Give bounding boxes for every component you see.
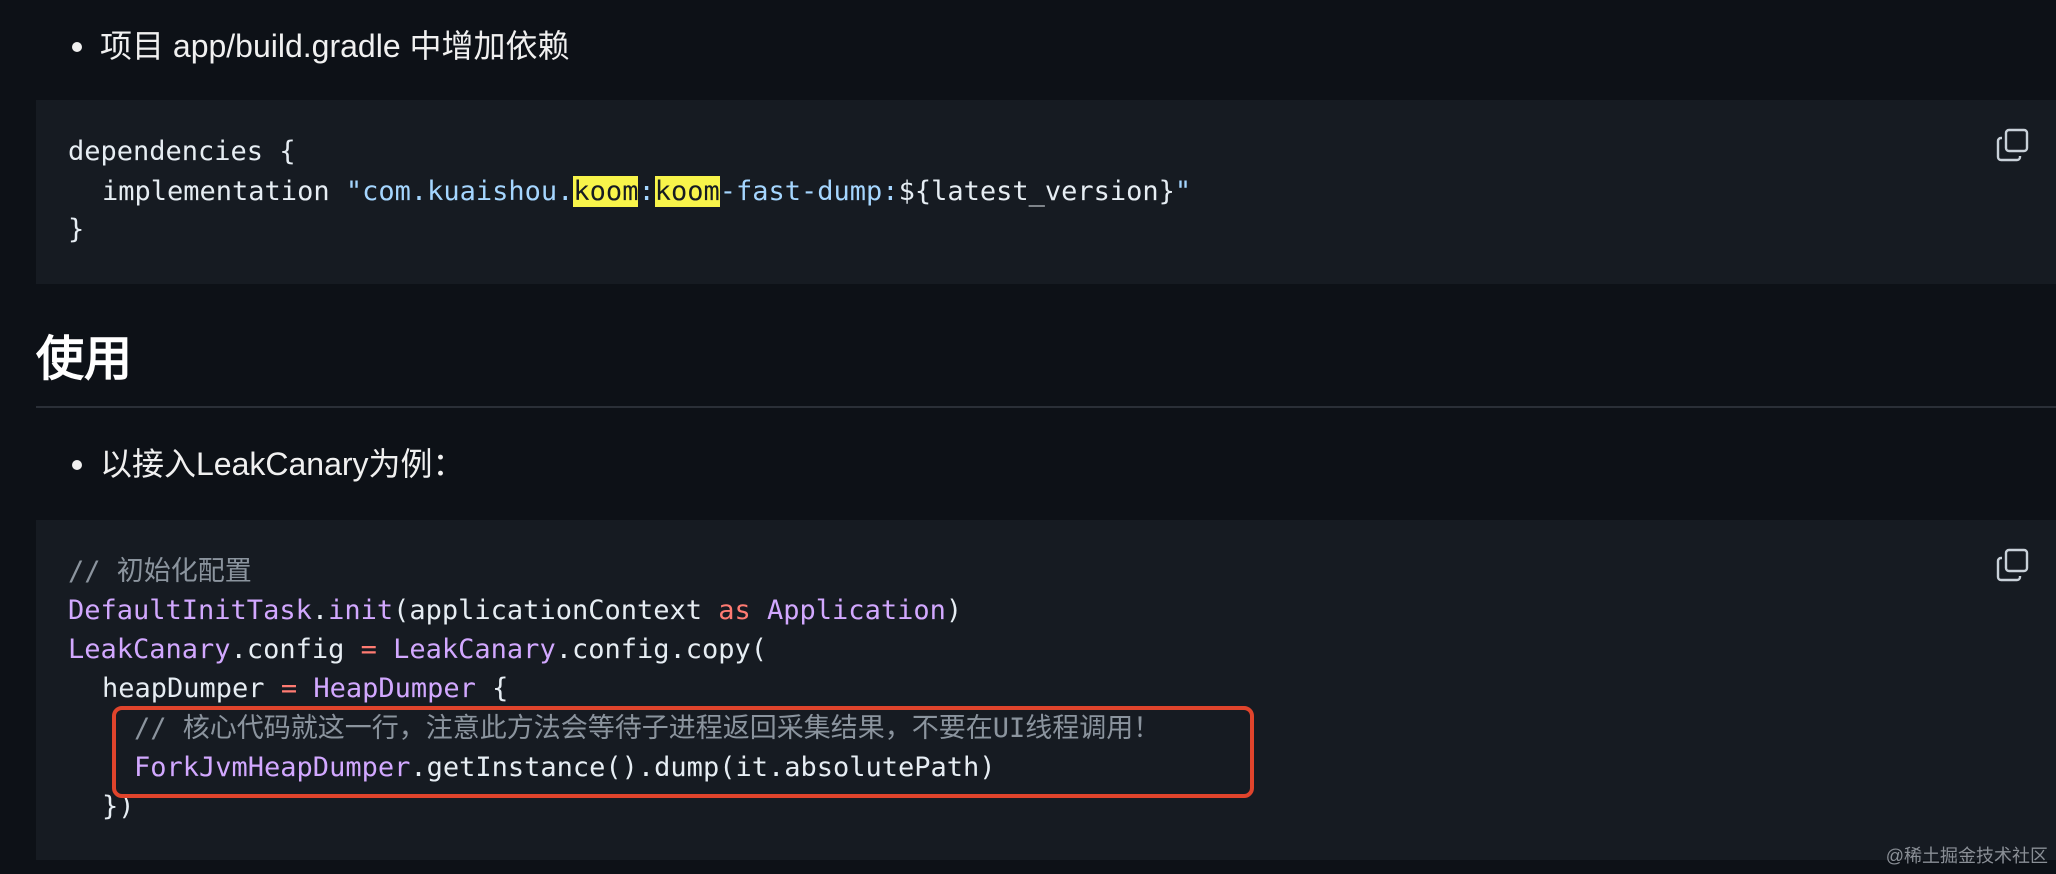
code-token: ForkJvmHeapDumper [134,752,411,783]
bullet-dot [72,42,82,52]
list-item-text: 以接入LeakCanary为例： [100,446,465,482]
code-line: // 初始化配置 [68,552,252,592]
code-token: DefaultInitTask [68,595,312,626]
code-token: HeapDumper [313,673,476,704]
code-token: koom [573,176,639,207]
code-token: heapDumper [102,673,281,704]
code-token: = [280,673,298,704]
code-token: -fast-dump: [719,176,899,207]
code-line: ForkJvmHeapDumper.getInstance().dump(it.… [134,748,996,788]
copy-icon[interactable] [1996,548,2030,582]
code-line: } [68,210,84,250]
code-token: Application [767,595,946,626]
list-item-text: 项目 app/build.gradle 中增加依赖 [100,28,570,64]
code-line: LeakCanary.config = LeakCanary.config.co… [68,630,767,670]
code-token: ${latest_version} [898,176,1175,207]
code-token: (applicationContext [393,595,719,626]
bullet-dot [72,460,82,470]
code-token: LeakCanary [393,634,556,665]
code-token: LeakCanary [68,634,231,665]
code-token: = [360,634,377,665]
code-line: DefaultInitTask.init(applicationContext … [68,591,962,631]
code-token: // 初始化配置 [68,556,252,587]
code-line: dependencies { [68,132,296,172]
code-token: koom [654,176,720,207]
code-token: dependencies { [68,136,296,167]
code-block-usage: // 初始化配置 DefaultInitTask.init(applicatio… [36,520,2056,860]
code-line: }) [102,787,135,827]
code-line: implementation "com.kuaishou.koom:koom-f… [102,172,1191,212]
code-token: "com.kuaishou. [345,176,574,207]
code-token: // 核心代码就这一行，注意此方法会等待子进程返回采集结果，不要在UI线程调用！ [134,713,1161,744]
code-token: .getInstance().dump(it.absolutePath) [410,752,996,783]
code-token: as [718,595,751,626]
code-token: implementation [102,176,346,207]
section-heading: 使用 [36,333,133,386]
copy-icon[interactable] [1996,128,2030,162]
heading-divider [36,406,2056,408]
code-block-dependencies: dependencies { implementation "com.kuais… [36,100,2056,284]
code-token: }) [102,791,135,822]
code-token: { [475,673,509,704]
code-token: .config.copy( [555,634,768,665]
code-token: . [311,595,329,626]
code-token: .config [230,634,361,665]
code-line: heapDumper = HeapDumper { [102,669,508,709]
code-token: : [638,176,655,207]
code-line: // 核心代码就这一行，注意此方法会等待子进程返回采集结果，不要在UI线程调用！ [134,709,1160,749]
code-token: init [328,595,394,626]
code-token: " [1174,176,1192,207]
code-token: } [68,214,85,245]
watermark: @稀土掘金技术社区 [1885,846,2048,866]
code-token: ) [945,595,963,626]
